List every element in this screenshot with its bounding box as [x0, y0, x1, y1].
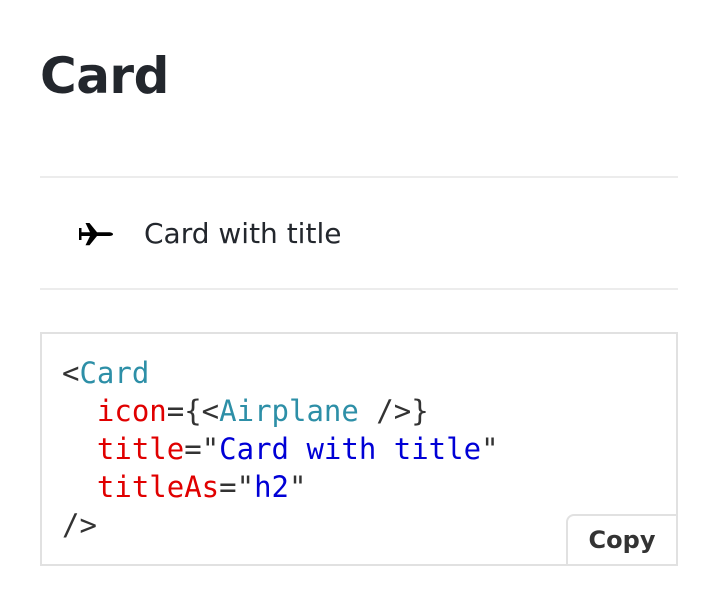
code-block: <Card icon={<Airplane />} title="Card wi…: [40, 332, 678, 566]
code-token: Card: [79, 356, 150, 390]
card-example: Card with title: [40, 176, 678, 290]
code-token: Airplane: [219, 394, 359, 428]
airplane-icon: [78, 220, 114, 248]
code-token: icon: [96, 394, 167, 428]
copy-button[interactable]: Copy: [566, 514, 678, 566]
code-sample: <Card icon={<Airplane />} title="Card wi…: [62, 354, 499, 544]
code-token: titleAs: [96, 470, 220, 504]
code-token: =": [184, 432, 220, 466]
page-title: Card: [40, 47, 169, 105]
page: Card Card with title <Card icon={<Airpla…: [0, 0, 718, 606]
code-token: ": [288, 470, 307, 504]
code-token: <: [62, 356, 80, 390]
code-token: ={<: [166, 394, 220, 428]
code-token: ": [481, 432, 499, 466]
card-title: Card with title: [144, 217, 342, 250]
code-token: =": [219, 470, 255, 504]
code-token: />}: [358, 394, 429, 428]
code-token: h2: [254, 470, 289, 504]
code-token: />: [62, 508, 97, 542]
code-token: Card with title: [219, 432, 482, 466]
code-token: title: [96, 432, 185, 466]
